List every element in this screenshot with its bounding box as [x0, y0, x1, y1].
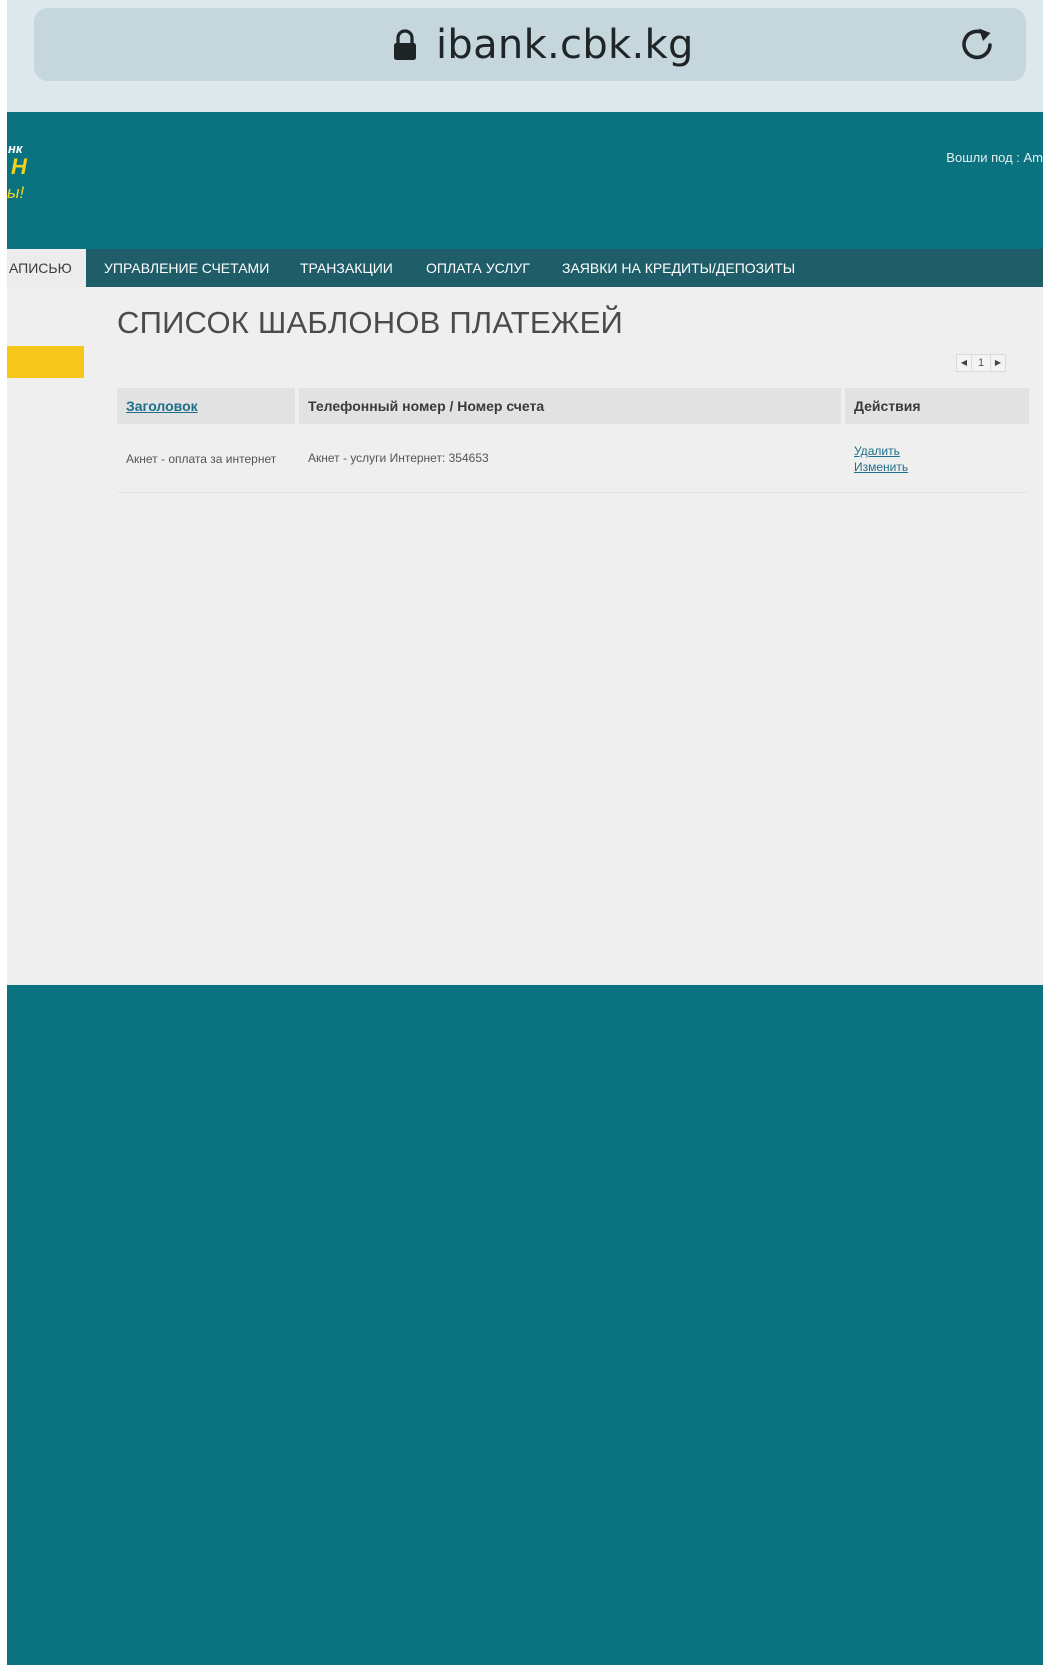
- logo-text-3: ы!: [7, 183, 25, 202]
- column-header-account: Телефонный номер / Номер счета: [299, 388, 841, 424]
- left-edge: [0, 0, 7, 1665]
- lock-icon: [392, 29, 418, 61]
- main-navigation: АПИСЬЮ УПРАВЛЕНИЕ СЧЕТАМИ ТРАНЗАКЦИИ ОПЛ…: [7, 249, 1043, 287]
- page-title: СПИСОК ШАБЛОНОВ ПЛАТЕЖЕЙ: [117, 305, 623, 340]
- bank-logo[interactable]: нк Н ы!: [7, 142, 27, 201]
- reload-icon[interactable]: [954, 22, 1000, 68]
- address-bar[interactable]: ibank.cbk.kg: [34, 8, 1026, 81]
- prev-page-icon[interactable]: ◀: [956, 354, 972, 372]
- site-footer: [7, 985, 1043, 1665]
- main-content: СПИСОК ШАБЛОНОВ ПЛАТЕЖЕЙ ◀ 1 ▶ Заголовок…: [7, 287, 1043, 985]
- address-display: ibank.cbk.kg: [392, 22, 694, 68]
- page-number[interactable]: 1: [972, 354, 990, 372]
- nav-item-loan-deposit-requests[interactable]: ЗАЯВКИ НА КРЕДИТЫ/ДЕПОЗИТЫ: [562, 249, 795, 287]
- table-row: Акнет - оплата за интернет Акнет - услуг…: [117, 424, 1029, 493]
- browser-toolbar: ibank.cbk.kg: [7, 0, 1043, 112]
- column-header-actions: Действия: [845, 388, 1029, 424]
- next-page-icon[interactable]: ▶: [990, 354, 1006, 372]
- table-header: Заголовок Телефонный номер / Номер счета…: [117, 388, 1029, 424]
- edit-link[interactable]: Изменить: [854, 459, 908, 475]
- nav-item-accounts[interactable]: УПРАВЛЕНИЕ СЧЕТАМИ: [104, 249, 269, 287]
- sidebar-active-item[interactable]: [7, 346, 84, 378]
- nav-item-payments[interactable]: ОПЛАТА УСЛУГ: [426, 249, 530, 287]
- template-actions-cell: Удалить Изменить: [845, 424, 1029, 492]
- template-account-cell: Акнет - услуги Интернет: 354653: [308, 451, 489, 465]
- delete-link[interactable]: Удалить: [854, 443, 900, 459]
- logged-in-user: Вошли под : Am: [946, 150, 1043, 165]
- template-title-cell: Акнет - оплата за интернет: [126, 451, 277, 466]
- site-header: нк Н ы! Вошли под : Am: [7, 112, 1043, 249]
- browser-viewport: ibank.cbk.kg нк Н ы! Вошли под : Am АПИС…: [7, 0, 1043, 1665]
- column-header-title: Заголовок: [117, 388, 295, 424]
- nav-item-signature[interactable]: АПИСЬЮ: [7, 249, 86, 287]
- pagination: ◀ 1 ▶: [956, 354, 1006, 372]
- logo-text-2: Н: [11, 154, 27, 179]
- nav-item-transactions[interactable]: ТРАНЗАКЦИИ: [300, 249, 393, 287]
- templates-table: Заголовок Телефонный номер / Номер счета…: [117, 388, 1029, 493]
- url-text: ibank.cbk.kg: [436, 22, 694, 68]
- sort-by-title-link[interactable]: Заголовок: [126, 398, 198, 414]
